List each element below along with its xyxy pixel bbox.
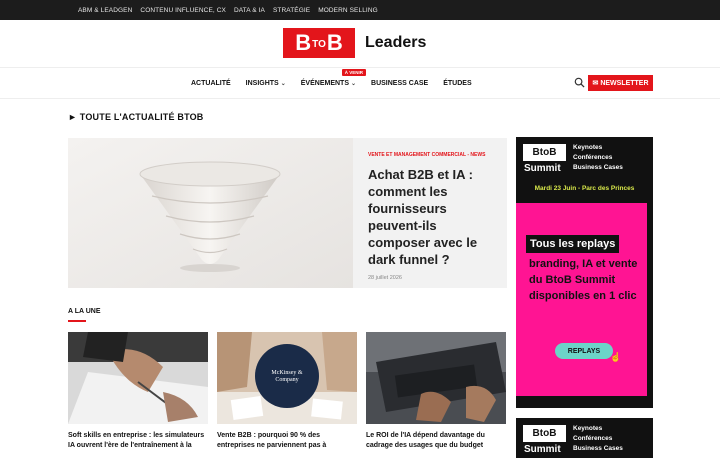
top-link-modern-selling[interactable]: MODERN SELLING — [318, 7, 378, 14]
btob-logo-box: B TO B — [283, 28, 355, 58]
laptop-illustration — [366, 332, 506, 424]
mail-icon: ✉ — [592, 80, 599, 87]
ad-date: Mardi 23 Juin - Parc des Princes — [534, 185, 635, 192]
ad-replays-label: Tous les replays — [526, 235, 620, 253]
logo-letter-b: B — [295, 30, 312, 55]
nav-item-insights[interactable]: INSIGHTS ⌄ — [246, 80, 286, 87]
top-bar: ABM & LEADGEN CONTENU INFLUENCE, CX DATA… — [0, 0, 720, 20]
top-bar-links: ABM & LEADGEN CONTENU INFLUENCE, CX DATA… — [78, 0, 378, 20]
a-venir-badge: À VENIR — [341, 69, 367, 76]
nav-item-evenements-label: ÉVÉNEMENTS — [300, 80, 349, 87]
article-card[interactable]: Soft skills en entreprise : les simulate… — [68, 332, 208, 450]
top-link-abm[interactable]: ABM & LEADGEN — [78, 7, 132, 14]
funnel-illustration — [68, 138, 353, 288]
ad-body-text: branding, IA et vente du BtoB Summit dis… — [529, 258, 638, 302]
nav-item-etudes[interactable]: ÉTUDES — [443, 80, 471, 87]
ad-features: Keynotes Conférences Business Cases — [573, 143, 623, 173]
ad-feature: Keynotes — [573, 425, 603, 432]
card-title[interactable]: Vente B2B : pourquoi 90 % des entreprise… — [217, 431, 357, 450]
top-link-data-ia[interactable]: DATA & IA — [234, 7, 265, 14]
nav-item-insights-label: INSIGHTS — [245, 80, 279, 87]
logo-letter-b2: B — [326, 30, 343, 55]
ad-pink-panel: Tous les replays branding, IA et vente d… — [516, 203, 647, 396]
a-la-une-underline — [68, 320, 86, 322]
card-image-mckinsey[interactable]: McKinsey & Company — [217, 332, 357, 424]
a-la-une-title: A LA UNE — [68, 308, 101, 315]
top-link-strategie[interactable]: STRATÉGIE — [273, 7, 310, 14]
hero-funnel-image[interactable] — [68, 138, 353, 288]
logo-text: Leaders — [365, 34, 427, 51]
nav-item-evenements[interactable]: ÉVÉNEMENTS ⌄ À VENIR — [300, 69, 367, 87]
hand-pointer-icon: ☝ — [610, 352, 622, 362]
ad-feature: Business Cases — [573, 445, 623, 452]
hero-article[interactable]: VENTE ET MANAGEMENT COMMERCIAL - NEWS Ac… — [68, 138, 507, 288]
top-link-contenu[interactable]: CONTENU INFLUENCE, CX — [140, 7, 226, 14]
hero-date: 28 juillet 2026 — [368, 275, 402, 281]
chevron-down-icon: ⌄ — [351, 81, 357, 87]
article-card[interactable]: Le ROI de l'IA dépend davantage du cadra… — [366, 332, 506, 450]
ad-feature: Keynotes — [573, 144, 603, 151]
article-card[interactable]: McKinsey & Company Vente B2B : pourquoi … — [217, 332, 357, 450]
nav-item-actualite[interactable]: ACTUALITÉ — [191, 80, 231, 87]
hero-category[interactable]: VENTE ET MANAGEMENT COMMERCIAL - NEWS — [368, 152, 498, 158]
btob-summit-ad-2[interactable]: BtoB Summit Keynotes Conférences Busines… — [516, 418, 653, 458]
newsletter-label: NEWSLETTER — [600, 79, 649, 87]
ad-btob-logo: BtoB — [523, 144, 566, 161]
ad-summit-label: Summit — [524, 163, 561, 174]
replays-button[interactable]: REPLAYS — [555, 343, 613, 359]
ad-feature: Conférences — [573, 435, 613, 442]
hands-writing-illustration — [68, 332, 208, 424]
ad-feature: Conférences — [573, 154, 613, 161]
card-title[interactable]: Soft skills en entreprise : les simulate… — [68, 431, 208, 450]
hero-text: VENTE ET MANAGEMENT COMMERCIAL - NEWS Ac… — [368, 152, 498, 281]
btob-summit-ad[interactable]: BtoB Summit Keynotes Conférences Busines… — [516, 137, 653, 408]
section-title: ► TOUTE L'ACTUALITÉ BTOB — [68, 112, 204, 122]
ad-btob-logo: BtoB — [523, 425, 566, 442]
mckinsey-logo: McKinsey & Company — [271, 370, 303, 383]
card-image-soft-skills[interactable] — [68, 332, 208, 424]
hero-title[interactable]: Achat B2B et IA : comment les fournisseu… — [368, 166, 498, 268]
card-image-roi-ia[interactable] — [366, 332, 506, 424]
nav-item-business-case[interactable]: BUSINESS CASE — [371, 80, 428, 87]
card-title[interactable]: Le ROI de l'IA dépend davantage du cadra… — [366, 431, 506, 450]
ad-feature: Business Cases — [573, 164, 623, 171]
main-nav-bar: ACTUALITÉ INSIGHTS ⌄ ÉVÉNEMENTS ⌄ À VENIR B… — [0, 67, 720, 99]
logo-letter-to: TO — [312, 38, 326, 50]
search-icon[interactable] — [574, 77, 585, 88]
main-nav: ACTUALITÉ INSIGHTS ⌄ ÉVÉNEMENTS ⌄ À VENIR B… — [191, 68, 472, 99]
site-logo[interactable]: B TO B Leaders — [283, 28, 426, 58]
chevron-down-icon: ⌄ — [280, 81, 286, 87]
newsletter-button[interactable]: ✉ NEWSLETTER — [588, 75, 653, 91]
